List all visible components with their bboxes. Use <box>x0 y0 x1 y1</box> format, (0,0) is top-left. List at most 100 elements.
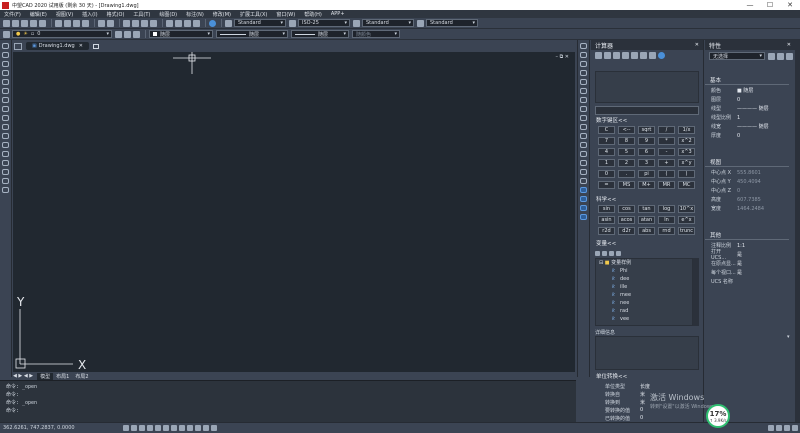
sci-key[interactable]: ln <box>658 216 675 224</box>
help-icon[interactable] <box>209 19 216 27</box>
new-variable-icon[interactable] <box>595 250 600 256</box>
property-row[interactable]: 线宽 ———— 随层 <box>705 122 793 131</box>
tab-model[interactable]: 模型 <box>37 372 54 380</box>
cut-icon[interactable] <box>55 19 62 27</box>
save-icon[interactable] <box>21 19 28 27</box>
layer-manager-icon[interactable] <box>3 30 10 38</box>
property-row[interactable]: 高度 607.7385 <box>705 195 793 204</box>
design-center-icon[interactable] <box>175 19 182 27</box>
cloud-icon[interactable] <box>2 97 9 103</box>
scroll-down-icon[interactable]: ▾ <box>787 334 790 340</box>
layer-previous-icon[interactable] <box>124 30 131 38</box>
construction-line-icon[interactable] <box>2 52 9 58</box>
line-tool-icon[interactable] <box>2 43 9 49</box>
expression-input[interactable] <box>595 106 699 115</box>
copy-object-icon[interactable] <box>580 52 587 58</box>
menu-window[interactable]: 窗口(W) <box>276 11 295 18</box>
numpad-key[interactable]: sqrt <box>638 126 655 134</box>
new-tab-icon[interactable] <box>92 43 99 49</box>
dim-style-select[interactable]: ISO-25 <box>298 19 350 27</box>
numpad-key[interactable]: 7 <box>598 137 615 145</box>
stretch-icon[interactable] <box>580 115 587 121</box>
selection-cycling-icon[interactable] <box>195 425 201 431</box>
numpad-key[interactable]: 6 <box>638 148 655 156</box>
match-properties-icon[interactable] <box>82 19 89 27</box>
tab-close-icon[interactable]: ✕ <box>79 43 83 49</box>
menu-format[interactable]: 格式(O) <box>107 11 125 18</box>
calculator-variable-icon[interactable] <box>616 250 621 256</box>
history-area[interactable] <box>595 71 699 103</box>
copy-icon[interactable] <box>64 19 71 27</box>
sci-key[interactable]: sin <box>598 205 615 213</box>
numpad-key[interactable]: 9 <box>638 137 655 145</box>
arc-icon[interactable] <box>2 79 9 85</box>
clear-history-icon[interactable] <box>604 52 611 59</box>
numpad-key[interactable]: + <box>658 159 675 167</box>
ellipse-arc-icon[interactable] <box>2 124 9 130</box>
object-snap-icon[interactable] <box>155 425 161 431</box>
close-button[interactable]: ✕ <box>780 1 800 9</box>
circle-icon[interactable] <box>2 88 9 94</box>
menu-help[interactable]: 帮助(H) <box>304 11 322 18</box>
clear-icon[interactable] <box>595 52 602 59</box>
table-style-select[interactable]: Standard <box>362 19 414 27</box>
sci-key[interactable]: d2r <box>618 227 635 235</box>
command-window[interactable]: 命令: _open 命令: 命令: _open 命令: <box>0 380 576 422</box>
numpad-key[interactable]: * <box>658 137 675 145</box>
paste-value-icon[interactable] <box>613 52 620 59</box>
spline-icon[interactable] <box>2 106 9 112</box>
menu-file[interactable]: 文件(F) <box>4 11 21 18</box>
layer-freeze-icon[interactable] <box>580 205 587 211</box>
snap-mode-icon[interactable] <box>123 425 129 431</box>
view-section-title[interactable]: 视图 <box>705 159 789 167</box>
grid-mode-icon[interactable] <box>131 425 137 431</box>
extend-icon[interactable] <box>580 133 587 139</box>
ortho-mode-icon[interactable] <box>139 425 145 431</box>
menu-app[interactable]: APP+ <box>331 11 345 17</box>
sci-key[interactable]: acos <box>618 216 635 224</box>
multiline-text-icon[interactable] <box>2 187 9 193</box>
units-row[interactable]: 单位类型 长度 <box>595 382 699 390</box>
vars-tree[interactable]: ⊟ ■ 变量样例 k Phi k dee k ille k mee k nee k rad k vee <box>595 258 693 326</box>
numpad-key[interactable]: 3 <box>638 159 655 167</box>
drawing-canvas[interactable]: – ⧉ ✕ Y X <box>13 52 575 372</box>
transparency-icon[interactable] <box>187 425 193 431</box>
sci-key[interactable]: r2d <box>598 227 615 235</box>
rectangle-icon[interactable] <box>2 70 9 76</box>
property-row[interactable]: 每个视口... 是 <box>705 268 793 277</box>
offset-icon[interactable] <box>580 70 587 76</box>
get-coordinates-icon[interactable] <box>622 52 629 59</box>
point-icon[interactable] <box>2 151 9 157</box>
units-section-title[interactable]: 单位转换<< <box>591 373 627 381</box>
property-row[interactable]: 颜色 ■ 随层 <box>705 86 793 95</box>
print-icon[interactable] <box>30 19 37 27</box>
tab-layout1[interactable]: 布局1 <box>53 373 72 380</box>
zoom-realtime-icon[interactable] <box>132 19 139 27</box>
numpad-key[interactable]: x^3 <box>678 148 695 156</box>
lineweight-display-icon[interactable] <box>179 425 185 431</box>
make-current-layer-icon[interactable] <box>115 30 122 38</box>
new-file-icon[interactable] <box>3 19 10 27</box>
select-objects-icon[interactable] <box>777 52 784 60</box>
pan-icon[interactable] <box>123 19 130 27</box>
layer-tools-icon[interactable] <box>580 187 587 193</box>
basic-section-title[interactable]: 基本 <box>705 77 789 85</box>
numpad-key[interactable]: C <box>598 126 615 134</box>
numpad-key[interactable]: MC <box>678 181 695 189</box>
angle-icon[interactable] <box>640 52 647 59</box>
vars-section-title[interactable]: 变量<< <box>591 240 616 248</box>
lineweight-select[interactable]: 随层 <box>291 30 349 38</box>
object-snap-tracking-icon[interactable] <box>163 425 169 431</box>
maximize-button[interactable]: ☐ <box>760 1 780 9</box>
toggle-pickadd-icon[interactable] <box>768 52 775 60</box>
break-icon[interactable] <box>580 142 587 148</box>
numpad-key[interactable]: = <box>598 181 615 189</box>
property-row[interactable]: 宽度 1464.2484 <box>705 204 793 213</box>
preview-icon[interactable] <box>39 19 46 27</box>
menu-edit[interactable]: 编辑(E) <box>30 11 47 18</box>
array-icon[interactable] <box>580 79 587 85</box>
sci-key[interactable]: rnd <box>658 227 675 235</box>
panel-close-icon[interactable]: ✕ <box>787 42 791 48</box>
numpad-key[interactable]: 2 <box>618 159 635 167</box>
explode-icon[interactable] <box>580 178 587 184</box>
